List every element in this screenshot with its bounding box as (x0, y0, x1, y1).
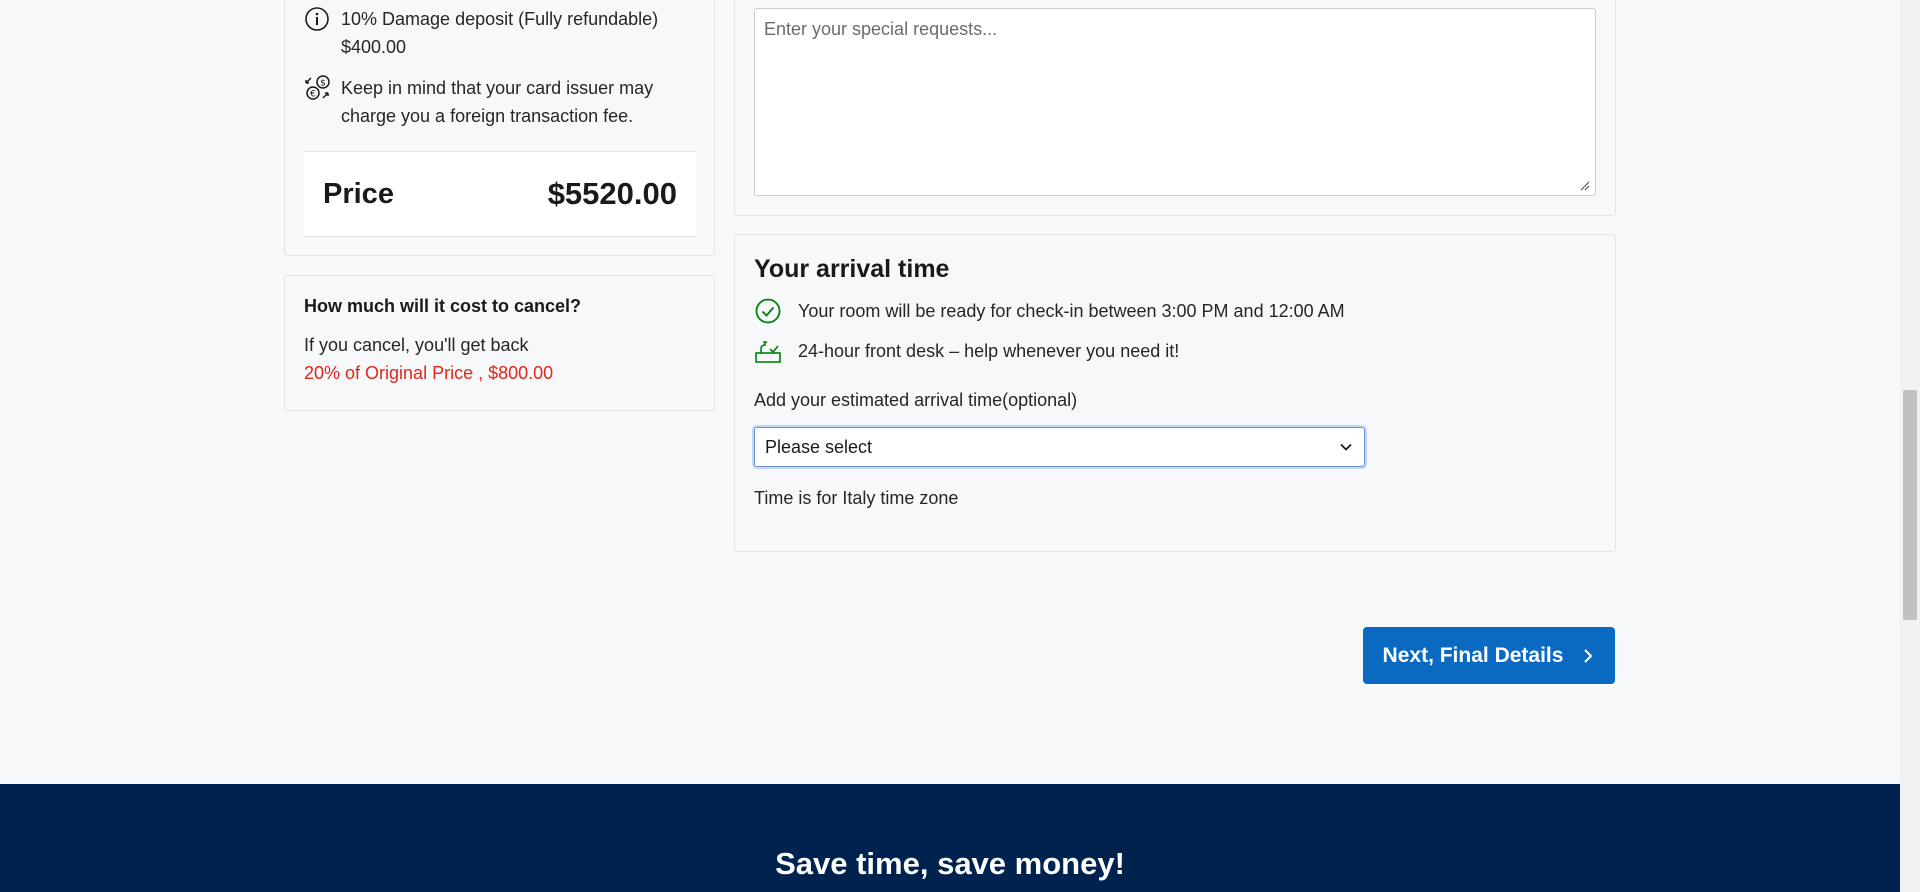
deposit-label: 10% Damage deposit (Fully refundable) (341, 9, 659, 29)
booking-details-page: 10% Damage deposit (Fully refundable) $4… (0, 0, 1900, 892)
price-label: Price (323, 177, 394, 210)
price-summary-card: 10% Damage deposit (Fully refundable) $4… (284, 0, 715, 256)
currency-exchange-icon: $ € (305, 75, 330, 100)
price-total-box: Price $5520.00 (304, 151, 696, 237)
deposit-info-row: 10% Damage deposit (Fully refundable) $4… (303, 5, 658, 61)
resize-grip-icon[interactable] (1580, 181, 1590, 191)
cancellation-text: If you cancel, you'll get back (304, 335, 529, 355)
arrival-time-label: Add your estimated arrival time(optional… (754, 390, 1078, 410)
info-circle-icon (305, 7, 329, 31)
front-desk-info-text: 24-hour front desk – help whenever you n… (798, 340, 1180, 361)
arrival-time-title: Your arrival time (754, 255, 950, 283)
arrival-time-select[interactable]: Please select (754, 427, 1365, 467)
fee-info-row: $ € Keep in mind that your card issuer m… (303, 74, 653, 130)
check-circle-icon (755, 298, 781, 324)
svg-text:€: € (310, 90, 316, 100)
fee-line-2: charge you a foreign transaction fee. (341, 106, 634, 126)
checkin-info-text: Your room will be ready for check-in bet… (798, 300, 1345, 321)
special-requests-textarea[interactable] (754, 8, 1596, 196)
fee-info-text: Keep in mind that your card issuer may c… (341, 74, 653, 130)
cancellation-title: How much will it cost to cancel? (304, 296, 582, 316)
cancellation-refund: 20% of Original Price , $800.00 (304, 363, 554, 383)
price-value: $5520.00 (547, 176, 677, 211)
arrival-time-select-value: Please select (765, 436, 873, 457)
cancellation-card: How much will it cost to cancel? If you … (284, 275, 715, 411)
footer-title: Save time, save money! (775, 846, 1125, 881)
special-requests-card (734, 0, 1616, 216)
next-final-details-button[interactable]: Next, Final Details (1363, 627, 1615, 684)
front-desk-info-row: 24-hour front desk – help whenever you n… (754, 337, 1179, 365)
next-button-label: Next, Final Details (1382, 643, 1564, 667)
deposit-amount: $400.00 (341, 37, 407, 57)
footer-promo-band: Save time, save money! (0, 784, 1900, 892)
fee-line-1: Keep in mind that your card issuer may (341, 78, 654, 98)
chevron-right-icon (1584, 648, 1593, 663)
arrival-time-card: Your arrival time Your room will be read… (734, 234, 1616, 552)
timezone-note: Time is for Italy time zone (754, 488, 959, 508)
svg-text:$: $ (320, 79, 326, 89)
front-desk-bell-icon (755, 341, 781, 363)
scrollbar-thumb[interactable] (1903, 390, 1917, 620)
chevron-down-icon (1340, 443, 1352, 451)
deposit-info-text: 10% Damage deposit (Fully refundable) $4… (341, 5, 658, 61)
checkin-info-row: Your room will be ready for check-in bet… (754, 297, 1345, 325)
